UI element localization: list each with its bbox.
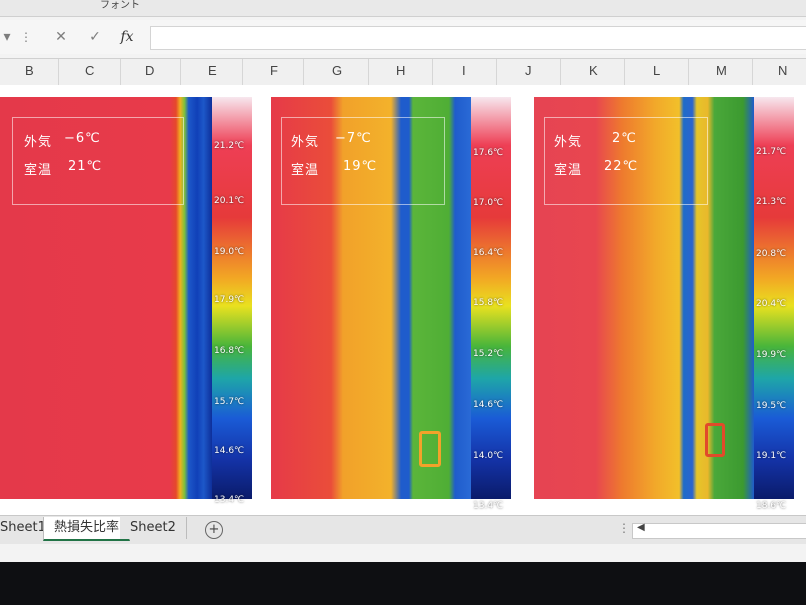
scale-tick: 17.0℃ (473, 198, 504, 208)
door-handle-thermal (705, 423, 725, 457)
column-header[interactable]: L (653, 63, 660, 78)
outdoor-temperature: 2℃ (612, 131, 637, 146)
cancel-icon[interactable]: ✕ (50, 26, 72, 48)
thermal-image-1[interactable]: 外気 −6℃ 室温 21℃ (0, 97, 212, 499)
insert-function-icon[interactable]: fx (116, 26, 138, 48)
indoor-temperature: 19℃ (343, 159, 378, 174)
horizontal-scrollbar[interactable]: ◀ (632, 522, 806, 539)
scale-tick: 21.3℃ (756, 197, 787, 207)
scale-tick: 13.4℃ (214, 495, 245, 505)
thermal-image-3[interactable]: 外気 2℃ 室温 22℃ (534, 97, 754, 499)
scale-tick: 20.8℃ (756, 249, 787, 259)
scale-tick: 14.6℃ (214, 446, 245, 456)
outdoor-temperature: −6℃ (64, 131, 101, 146)
scale-tick: 18.6℃ (756, 501, 787, 511)
add-sheet-icon[interactable]: + (205, 521, 223, 539)
color-scale-2: 17.6℃ 17.0℃ 16.4℃ 15.8℃ 15.2℃ 14.6℃ 14.0… (471, 97, 517, 511)
scale-tick: 20.1℃ (214, 196, 245, 206)
column-header[interactable]: N (778, 63, 787, 78)
outdoor-temperature: −7℃ (335, 131, 372, 146)
worksheet-grid[interactable]: 外気 −6℃ 室温 21℃ 21.2℃ 20.1℃ 19.0℃ 17.9℃ 16… (0, 85, 806, 515)
column-header[interactable]: G (332, 63, 342, 78)
scroll-left-icon[interactable]: ◀ (637, 522, 645, 533)
column-header[interactable]: C (85, 63, 94, 78)
scale-tick: 19.0℃ (214, 247, 245, 257)
formula-bar: ▾ ⋮ ✕ ✓ fx (0, 20, 806, 54)
scale-tick: 17.6℃ (473, 148, 504, 158)
more-options-icon[interactable]: ⋮ (20, 26, 32, 48)
formula-input[interactable] (150, 26, 806, 50)
scale-tick: 19.1℃ (756, 451, 787, 461)
scale-tick: 15.8℃ (473, 298, 504, 308)
scale-tick: 16.4℃ (473, 248, 504, 258)
column-header[interactable]: B (25, 63, 34, 78)
color-scale-1: 21.2℃ 20.1℃ 19.0℃ 17.9℃ 16.8℃ 15.7℃ 14.6… (212, 97, 258, 505)
color-scale-3: 21.7℃ 21.3℃ 20.8℃ 20.4℃ 19.9℃ 19.5℃ 19.1… (754, 97, 800, 511)
indoor-label: 室温 (24, 163, 53, 178)
sheet-tabs-bar: Sheet1 熱損失比率 Sheet2 + ⋮ ◀ (0, 515, 806, 544)
thermal-image-2[interactable]: 外気 −7℃ 室温 19℃ (271, 97, 471, 499)
column-header[interactable]: I (462, 63, 466, 78)
scale-tick: 15.2℃ (473, 349, 504, 359)
scale-tick: 14.6℃ (473, 400, 504, 410)
column-header[interactable]: J (525, 63, 532, 78)
indoor-temperature: 22℃ (604, 159, 639, 174)
scale-tick: 19.9℃ (756, 350, 787, 360)
scale-tick: 17.9℃ (214, 295, 245, 305)
outdoor-label: 外気 (24, 135, 53, 150)
column-header[interactable]: E (208, 63, 217, 78)
tab-split-handle-icon[interactable]: ⋮ (618, 521, 630, 535)
door-handle-thermal (419, 431, 441, 467)
ribbon-group-font[interactable]: フォント (100, 0, 140, 11)
column-headers: B C D E F G H I J K L M N (0, 58, 806, 86)
tab-sheet2[interactable]: Sheet2 (120, 517, 187, 539)
excel-window: フォント ▾ ⋮ ✕ ✓ fx B C D E F G H I J K L M … (0, 0, 806, 562)
indoor-temperature: 21℃ (68, 159, 103, 174)
column-header[interactable]: H (396, 63, 405, 78)
scale-tick: 13.4℃ (473, 501, 504, 511)
name-box-dropdown-icon[interactable]: ▾ (0, 26, 14, 48)
scale-tick: 21.2℃ (214, 141, 245, 151)
indoor-label: 室温 (554, 163, 583, 178)
scale-tick: 16.8℃ (214, 346, 245, 356)
column-header[interactable]: F (270, 63, 278, 78)
tab-heat-loss-ratio[interactable]: 熱損失比率 (43, 517, 131, 541)
indoor-label: 室温 (291, 163, 320, 178)
outdoor-label: 外気 (291, 135, 320, 150)
column-header[interactable]: K (589, 63, 598, 78)
scale-tick: 14.0℃ (473, 451, 504, 461)
column-header[interactable]: D (145, 63, 154, 78)
scale-tick: 20.4℃ (756, 299, 787, 309)
ribbon-strip: フォント (0, 0, 806, 17)
column-header[interactable]: M (716, 63, 727, 78)
scale-tick: 21.7℃ (756, 147, 787, 157)
scale-tick: 19.5℃ (756, 401, 787, 411)
enter-icon[interactable]: ✓ (84, 26, 106, 48)
scale-tick: 15.7℃ (214, 397, 245, 407)
outdoor-label: 外気 (554, 135, 583, 150)
